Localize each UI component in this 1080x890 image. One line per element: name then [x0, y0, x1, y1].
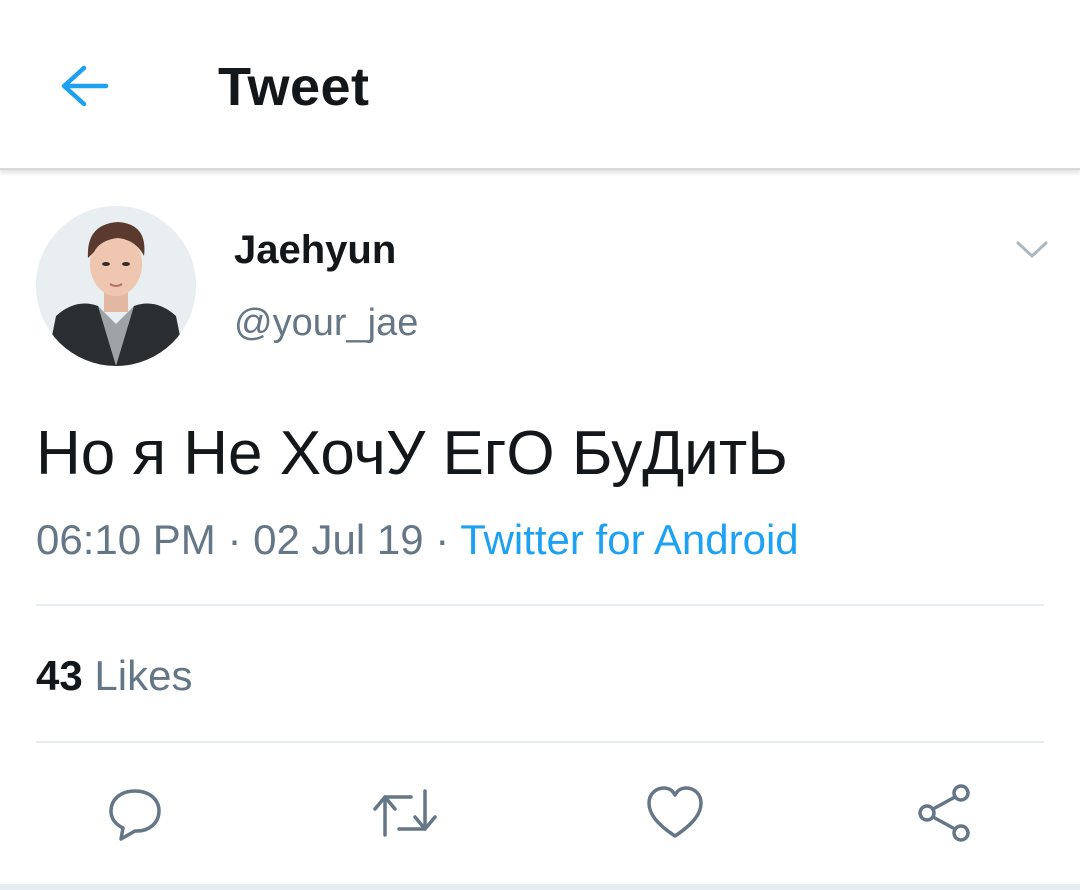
divider [36, 604, 1044, 606]
chevron-down-icon [1016, 241, 1048, 258]
avatar-image [36, 206, 196, 366]
like-button[interactable] [640, 778, 710, 848]
heart-icon [647, 786, 703, 838]
tweet-time: 06:10 PM [36, 516, 216, 563]
tweet-options-button[interactable] [1010, 230, 1054, 270]
retweet-button[interactable] [370, 778, 440, 848]
divider [36, 741, 1044, 743]
likes-count: 43 [36, 652, 83, 699]
likes-summary[interactable]: 43 Likes [36, 652, 192, 700]
tweet-text: Но я Не ХочУ ЕгО БуДитЬ [36, 419, 788, 488]
back-button[interactable] [52, 54, 116, 118]
bottom-divider [0, 884, 1080, 890]
arrow-left-icon [61, 65, 109, 107]
avatar[interactable] [36, 206, 196, 366]
top-app-bar: Tweet [0, 0, 1080, 170]
likes-label: Likes [94, 652, 193, 699]
user-handle[interactable]: @your_jae [234, 302, 418, 345]
tweet-source-link[interactable]: Twitter for Android [460, 516, 798, 563]
tweet-date: 02 Jul 19 [253, 516, 424, 563]
meta-separator: · [227, 516, 242, 563]
display-name[interactable]: Jaehyun [234, 228, 396, 273]
meta-separator: · [435, 516, 450, 563]
reply-button[interactable] [100, 778, 170, 848]
retweet-icon [373, 789, 437, 837]
reply-icon [109, 789, 161, 841]
tweet-meta: 06:10 PM · 02 Jul 19 · Twitter for Andro… [36, 516, 799, 564]
share-button[interactable] [910, 778, 980, 848]
share-icon [918, 784, 970, 842]
page-title: Tweet [218, 57, 370, 117]
